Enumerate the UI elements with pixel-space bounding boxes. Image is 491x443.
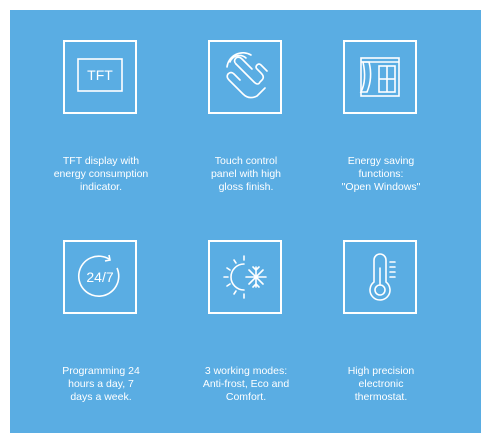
feature-clock-icon-box: 24/7 (63, 240, 137, 314)
clock-icon-text: 24/7 (86, 269, 113, 285)
sun-snowflake-icon (223, 255, 267, 299)
feature-touch-icon-box (208, 40, 282, 114)
feature-modes-caption: 3 working modes: Anti-frost, Eco and Com… (202, 365, 290, 403)
feature-touch-caption: Touch control panel with high gloss fini… (210, 155, 282, 193)
feature-thermostat-caption: High precision electronic thermostat. (347, 365, 415, 403)
features-panel: TFT TFT display with energy consumption … (0, 0, 491, 443)
feature-tft-icon-box: TFT (63, 40, 137, 114)
feature-modes-icon-box (208, 240, 282, 314)
clock-24-7-icon: 24/7 (78, 254, 120, 297)
feature-clock-caption: Programming 24 hours a day, 7 days a wee… (62, 365, 140, 403)
tft-display-icon: TFT (77, 58, 123, 92)
feature-window-icon-box (343, 40, 417, 114)
thermometer-icon (369, 253, 396, 301)
touch-hand-icon (226, 52, 268, 99)
open-window-icon (359, 57, 400, 97)
feature-window-caption: Energy saving functions: "Open Windows" (341, 155, 421, 193)
feature-tft-caption: TFT display with energy consumption indi… (53, 155, 149, 193)
features-background: TFT TFT display with energy consumption … (10, 10, 481, 433)
tft-icon-text: TFT (87, 67, 113, 83)
feature-thermostat-icon-box (343, 240, 417, 314)
